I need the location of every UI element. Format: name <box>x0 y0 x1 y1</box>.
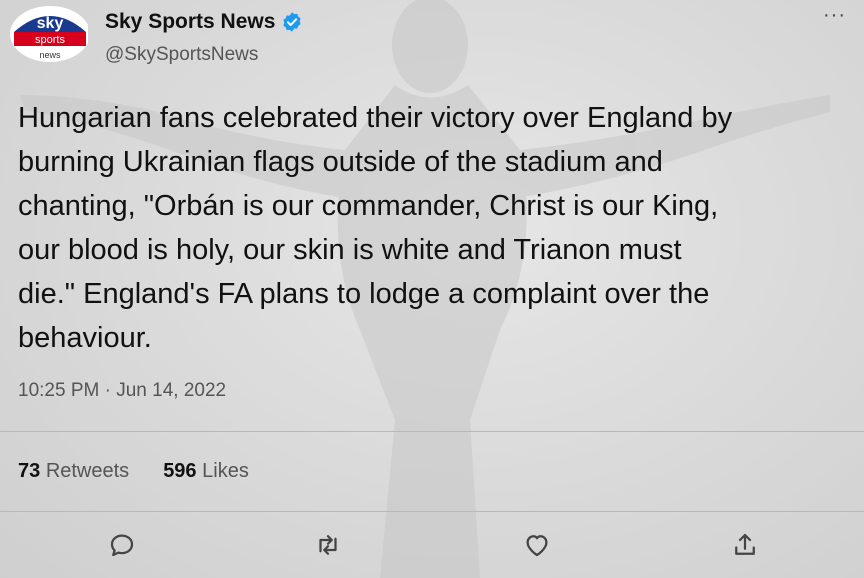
like-icon[interactable] <box>522 530 552 560</box>
retweets-label: Retweets <box>45 460 130 482</box>
display-name[interactable]: Sky Sports News <box>105 10 275 34</box>
tweet-card: sky sports news Sky Sports News @SkySpor… <box>0 0 864 578</box>
tweet-text-line: die." England's FA plans to lodge a comp… <box>18 278 710 310</box>
likes-label: Likes <box>202 460 249 482</box>
more-options-icon[interactable]: ··· <box>823 4 846 27</box>
retweets-stat[interactable]: 73 Retweets <box>18 460 129 483</box>
retweet-icon[interactable] <box>313 530 343 560</box>
retweets-count: 73 <box>18 460 41 482</box>
tweet-text-line: chanting, "Orbán is our commander, Chris… <box>18 190 719 222</box>
verified-badge-icon <box>281 11 303 33</box>
tweet-text-line: burning Ukrainian flags outside of the s… <box>18 146 663 178</box>
name-row: Sky Sports News <box>105 10 303 34</box>
reply-icon[interactable] <box>107 530 137 560</box>
divider <box>0 511 864 512</box>
sky-sports-news-logo: sky sports news <box>10 6 90 62</box>
action-bar <box>0 522 864 572</box>
logo-text-news: news <box>39 50 61 60</box>
logo-text-sky: sky <box>37 15 64 32</box>
share-icon[interactable] <box>730 530 760 560</box>
likes-stat[interactable]: 596 Likes <box>163 460 249 483</box>
tweet-timestamp[interactable]: 10:25 PM · Jun 14, 2022 <box>18 380 226 402</box>
tweet-text: Hungarian fans celebrated their victory … <box>18 96 848 360</box>
avatar[interactable]: sky sports news <box>8 6 90 66</box>
logo-text-sports: sports <box>35 34 65 46</box>
tweet-text-line: our blood is holy, our skin is white and… <box>18 234 682 266</box>
tweet-text-line: behaviour. <box>18 322 152 354</box>
likes-count: 596 <box>163 460 197 482</box>
account-handle[interactable]: @SkySportsNews <box>105 44 258 66</box>
divider <box>0 431 864 432</box>
tweet-stats: 73 Retweets 596 Likes <box>18 460 249 483</box>
tweet-text-line: Hungarian fans celebrated their victory … <box>18 102 733 134</box>
